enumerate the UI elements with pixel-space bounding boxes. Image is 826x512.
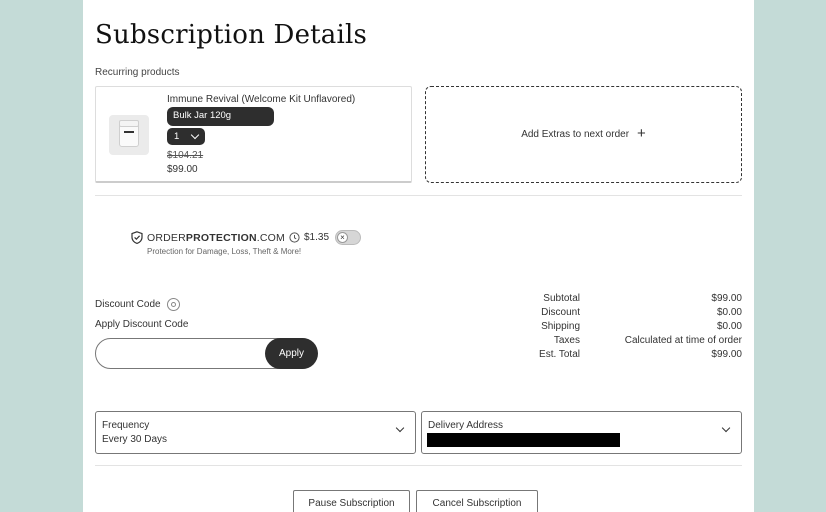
page-title: Subscription Details [95,20,368,50]
divider [95,465,742,466]
frequency-label: Frequency [102,420,150,431]
summary-row: Subtotal $99.00 [543,292,742,304]
pause-subscription-button[interactable]: Pause Subscription [293,490,410,512]
product-price: $99.00 [167,164,198,175]
add-extras-button[interactable]: Add Extras to next order + [425,86,742,183]
order-protection-subtitle: Protection for Damage, Loss, Theft & Mor… [147,247,302,256]
info-icon[interactable] [166,298,180,311]
chevron-down-icon [190,130,200,140]
product-old-price: $104.21 [167,150,204,161]
delivery-address-select[interactable]: Delivery Address [421,411,742,454]
chevron-down-icon [721,423,731,433]
apply-discount-label: Apply Discount Code [95,319,189,330]
order-summary: Subtotal $99.00 Discount $0.00 Shipping … [513,291,742,361]
variant-value: Bulk Jar 120g [173,110,232,121]
quantity-value: 1 [174,131,180,142]
apply-button[interactable]: Apply [265,338,318,369]
discount-code-label-row: Discount Code [95,298,180,311]
clock-info-icon[interactable] [289,232,300,243]
delivery-address-label: Delivery Address [428,420,504,431]
close-icon: × [337,232,349,243]
plus-icon: + [637,125,646,142]
redacted-address [427,433,620,447]
order-protection-price: $1.35 [303,232,330,243]
order-protection-logo: ORDERPROTECTION.COM [147,231,285,244]
product-card: Immune Revival (Welcome Kit Unflavored) … [95,86,412,183]
order-protection-toggle[interactable]: × [335,230,362,245]
frequency-value: Every 30 Days [102,434,168,445]
subscription-panel: Subscription Details Recurring products … [83,0,754,512]
product-thumbnail [109,115,149,155]
chevron-down-icon [395,423,405,433]
order-protection-row: ORDERPROTECTION.COM $1.35 × [131,230,362,245]
summary-row: Taxes Calculated at time of order [553,334,742,346]
discount-code-label: Discount Code [95,299,161,310]
product-jar-icon [119,120,139,147]
shield-check-icon [131,231,143,244]
summary-row: Shipping $0.00 [541,320,742,332]
variant-select[interactable]: Bulk Jar 120g [167,107,274,126]
recurring-products-label: Recurring products [95,67,180,78]
frequency-select[interactable]: Frequency Every 30 Days [95,411,416,454]
cancel-subscription-button[interactable]: Cancel Subscription [416,490,538,512]
product-name: Immune Revival (Welcome Kit Unflavored) [167,94,356,105]
add-extras-label: Add Extras to next order [521,129,630,140]
quantity-select[interactable]: 1 [167,128,205,145]
summary-row: Est. Total $99.00 [539,348,742,360]
divider [95,195,742,196]
summary-row: Discount $0.00 [541,306,742,318]
